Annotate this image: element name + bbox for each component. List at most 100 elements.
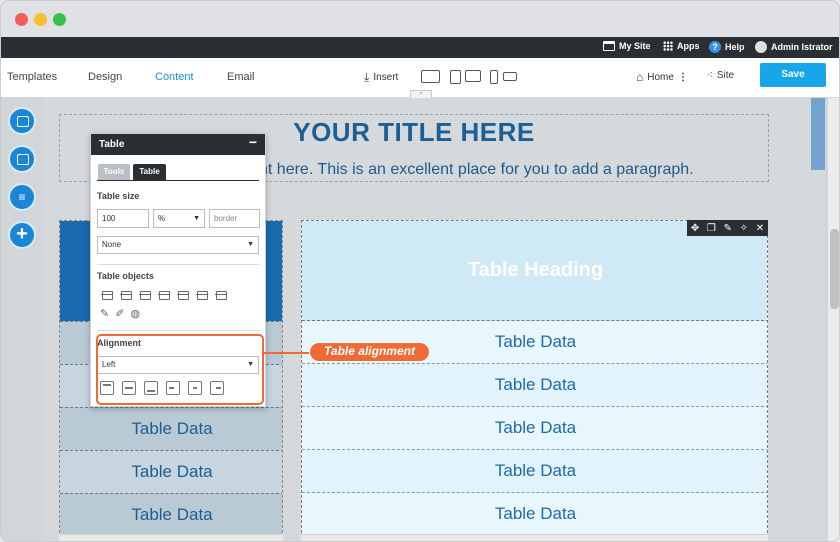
tab-email[interactable]: Email — [227, 71, 255, 83]
divider — [97, 330, 259, 331]
table-size-label: Table size — [97, 191, 140, 201]
cell-style-icon[interactable]: ✎ — [100, 307, 109, 320]
table-row[interactable]: Table Data — [302, 407, 767, 450]
app-window: My Site Apps ? Help Admin Istrator Templ… — [0, 0, 840, 542]
caret-down-icon: ▼ — [247, 241, 254, 248]
caret-down-icon: ▼ — [193, 215, 200, 222]
close-window-button[interactable] — [15, 13, 28, 26]
home-label: Home — [647, 71, 674, 83]
delete-column-icon[interactable] — [195, 288, 208, 301]
apps-label: Apps — [677, 41, 700, 51]
scrollbar-thumb[interactable] — [830, 229, 839, 309]
split-cells-icon[interactable] — [214, 288, 227, 301]
edit-lines-icon: ≡ — [18, 190, 26, 204]
table-row[interactable]: Table Data — [302, 450, 767, 493]
blocks-button[interactable] — [8, 145, 36, 173]
user-name: Admin Istrator — [771, 42, 833, 52]
delete-row-icon[interactable] — [176, 288, 189, 301]
layouts-button[interactable] — [8, 107, 36, 135]
tab-tools[interactable]: Tools — [98, 164, 130, 180]
tab-divider — [97, 180, 259, 181]
home-page-selector[interactable]: ⌂ Home ⋮ — [636, 70, 688, 84]
apps-grid-icon — [663, 41, 673, 51]
table-heading[interactable]: Table Heading — [302, 221, 767, 321]
close-icon[interactable]: ✕ — [756, 223, 764, 234]
insert-column-left-icon[interactable] — [138, 288, 151, 301]
table-row[interactable]: Table Data — [302, 493, 767, 536]
layout-icon — [17, 116, 29, 127]
add-element-button[interactable]: + — [8, 221, 36, 249]
home-icon: ⌂ — [636, 70, 644, 84]
insert-label: Insert — [373, 72, 399, 83]
insert-row-below-icon[interactable] — [119, 288, 132, 301]
table-objects-label: Table objects — [97, 271, 154, 281]
divider — [97, 264, 259, 265]
left-table-hscroll[interactable] — [59, 534, 283, 541]
calendar-icon — [603, 41, 615, 51]
tab-table[interactable]: Table — [133, 164, 166, 180]
magic-wand-icon[interactable]: ✧ — [740, 223, 748, 234]
table-alignment-callout: Table alignment — [309, 342, 430, 362]
table-style-select[interactable]: None ▼ — [97, 236, 259, 254]
site-structure-button[interactable]: ⁖ Site — [707, 70, 734, 81]
my-site-label: My Site — [619, 41, 651, 51]
edit-content-button[interactable]: ≡ — [8, 183, 36, 211]
plus-icon: + — [16, 223, 28, 245]
alignment-highlight — [96, 334, 264, 405]
help-label: Help — [725, 42, 745, 52]
window-titlebar — [1, 1, 839, 37]
desktop-view-icon[interactable] — [421, 70, 440, 83]
copy-icon[interactable]: ❐ — [707, 223, 716, 234]
avatar — [755, 41, 767, 53]
vertical-scrollbar[interactable] — [827, 98, 839, 541]
tablet-portrait-icon[interactable] — [450, 70, 461, 84]
tab-content[interactable]: Content — [155, 71, 194, 83]
border-input[interactable]: border — [209, 209, 260, 228]
callout-connector — [264, 352, 312, 354]
style-value: None — [102, 240, 122, 249]
width-input[interactable]: 100 — [97, 209, 149, 228]
move-icon[interactable]: ✥ — [691, 223, 699, 234]
table-row: Table Data — [60, 450, 282, 493]
table-objects-row-1 — [100, 288, 260, 301]
edit-pencil-icon[interactable]: ✎ — [724, 223, 732, 234]
my-site-link[interactable]: My Site — [603, 41, 651, 51]
site-label: Site — [716, 70, 735, 81]
user-menu[interactable]: Admin Istrator — [755, 41, 833, 53]
phone-landscape-icon[interactable] — [503, 72, 517, 81]
blocks-icon — [17, 154, 29, 165]
unit-value: % — [158, 214, 166, 223]
table-row: Table Data — [60, 493, 282, 536]
page-paragraph[interactable]: nt here. This is an excellent place for … — [259, 161, 694, 179]
table-row: Table Data — [60, 407, 282, 450]
selected-table[interactable]: Table Heading Table Data Table Data Tabl… — [301, 220, 768, 541]
tab-design[interactable]: Design — [88, 71, 122, 83]
save-button[interactable]: Save — [760, 63, 826, 87]
color-fill-icon[interactable]: ◍ — [130, 307, 140, 320]
help-icon: ? — [709, 41, 721, 53]
minimize-panel-icon[interactable]: − — [249, 134, 257, 150]
admin-topbar: My Site Apps ? Help Admin Istrator — [1, 37, 839, 58]
tablet-landscape-icon[interactable] — [465, 70, 481, 82]
maximize-window-button[interactable] — [53, 13, 66, 26]
minimize-window-button[interactable] — [34, 13, 47, 26]
main-table-hscroll[interactable] — [301, 534, 768, 541]
insert-column-right-icon[interactable] — [157, 288, 170, 301]
table-objects-row-2: ✎ ✐ ◍ — [100, 307, 260, 320]
apps-link[interactable]: Apps — [663, 41, 700, 51]
help-link[interactable]: ? Help — [709, 41, 745, 53]
table-toolbar: ✥ ❐ ✎ ✧ ✕ — [687, 220, 768, 236]
border-style-icon[interactable]: ✐ — [115, 307, 124, 320]
section-tools-strip[interactable] — [811, 98, 825, 170]
sitemap-icon: ⁖ — [707, 70, 713, 81]
phone-portrait-icon[interactable] — [490, 70, 498, 84]
download-icon: ⤓ — [364, 70, 370, 84]
collapse-toolbar-button[interactable]: ^ — [410, 90, 432, 98]
more-vertical-icon: ⋮ — [677, 71, 688, 83]
table-row[interactable]: Table Data — [302, 364, 767, 407]
panel-title[interactable]: Table — [91, 134, 265, 155]
insert-button[interactable]: ⤓ Insert — [364, 70, 398, 85]
unit-select[interactable]: % ▼ — [153, 209, 205, 228]
insert-row-above-icon[interactable] — [100, 288, 113, 301]
tab-templates[interactable]: Templates — [7, 71, 57, 83]
